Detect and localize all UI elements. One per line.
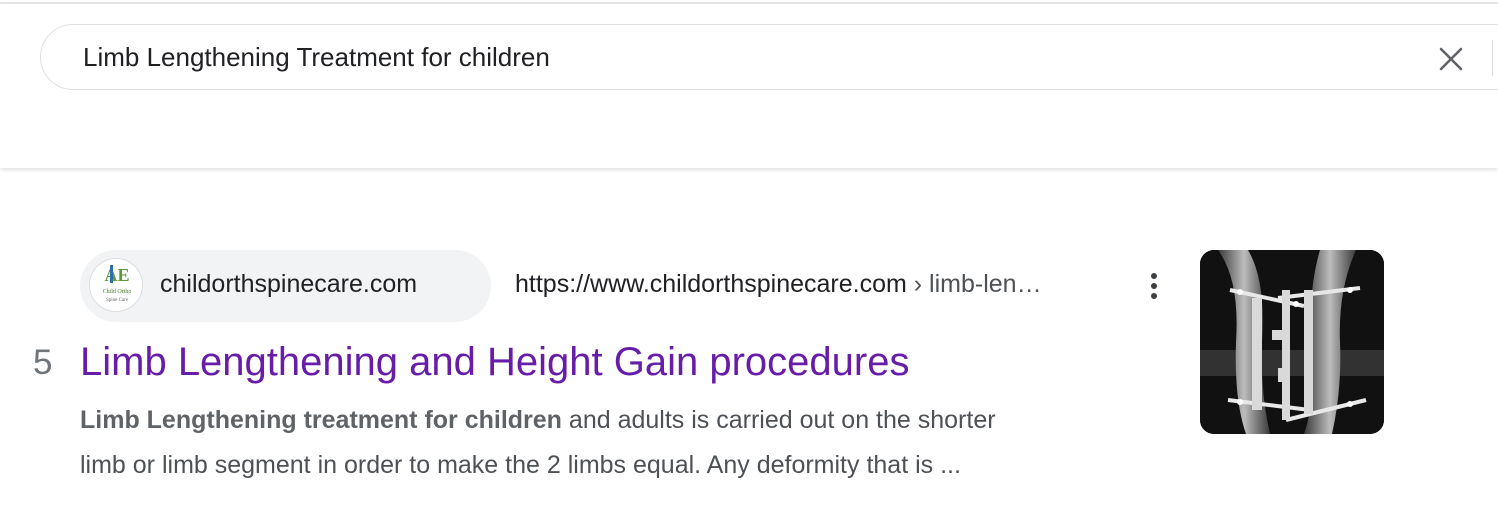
result-snippet: Limb Lengthening treatment for children … — [80, 398, 1140, 488]
url-base: https://www.childorthspinecare.com — [515, 270, 907, 298]
search-box[interactable] — [40, 24, 1498, 90]
result-url[interactable]: https://www.childorthspinecare.com › lim… — [515, 270, 1042, 299]
site-name: childorthspinecare.com — [160, 270, 418, 298]
snippet-line2: limb or limb segment in order to make th… — [80, 451, 961, 479]
svg-text:AE: AE — [104, 265, 129, 285]
more-vert-icon — [1151, 273, 1157, 299]
result-title-link[interactable]: Limb Lengthening and Height Gain procedu… — [80, 340, 909, 385]
snippet-highlight: Limb Lengthening treatment for children — [80, 406, 562, 434]
svg-text:Child Ortho: Child Ortho — [103, 289, 132, 295]
clear-search-button[interactable] — [1429, 37, 1473, 81]
result-thumbnail[interactable] — [1200, 250, 1384, 434]
close-icon — [1439, 47, 1463, 71]
result-rank: 5 — [33, 343, 53, 382]
search-header — [0, 4, 1498, 168]
site-chip[interactable]: AE Child Ortho Spine Care childorthspine… — [80, 250, 491, 322]
search-input[interactable] — [83, 39, 1383, 75]
more-options-button[interactable] — [1138, 266, 1170, 306]
xray-thumbnail-icon — [1200, 250, 1384, 434]
search-box-divider — [1492, 40, 1493, 76]
svg-text:Spine Care: Spine Care — [106, 298, 129, 303]
site-logo-icon: AE Child Ortho Spine Care — [89, 258, 143, 312]
snippet-line1: and adults is carried out on the shorter — [561, 406, 996, 434]
url-breadcrumb: › limb-len… — [906, 270, 1042, 298]
